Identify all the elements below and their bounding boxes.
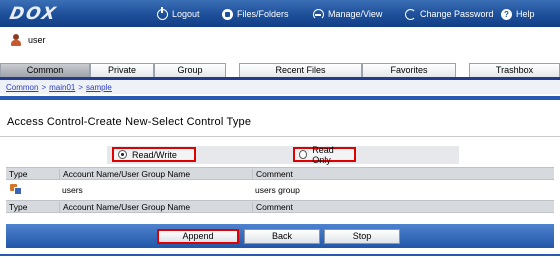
manage-icon: [313, 8, 324, 20]
read-write-label: Read/Write: [132, 149, 177, 160]
back-button[interactable]: Back: [244, 229, 320, 244]
current-user: user: [10, 33, 46, 47]
col-account-name: Account Name/User Group Name: [59, 201, 252, 212]
breadcrumb-sample[interactable]: sample: [86, 83, 112, 92]
group-icon: [10, 183, 22, 195]
help-link[interactable]: ? Help: [501, 7, 535, 21]
tab-common[interactable]: Common: [0, 63, 90, 77]
manage-view-link[interactable]: Manage/View: [313, 7, 382, 21]
row-comment: users group: [255, 185, 300, 195]
tab-private[interactable]: Private: [90, 63, 154, 77]
tab-trashbox[interactable]: Trashbox: [469, 63, 560, 77]
change-password-link[interactable]: Change Password: [405, 7, 494, 21]
table-footer-header: Type Account Name/User Group Name Commen…: [6, 200, 554, 213]
table-header: Type Account Name/User Group Name Commen…: [6, 167, 554, 180]
breadcrumb: Common > main01 > sample: [6, 81, 112, 93]
help-icon: ?: [501, 8, 512, 20]
user-avatar-icon: [10, 34, 22, 46]
help-label: Help: [516, 9, 535, 19]
tab-recent-files[interactable]: Recent Files: [239, 63, 362, 77]
append-button[interactable]: Append: [157, 229, 239, 244]
logout-label: Logout: [172, 9, 200, 19]
files-folders-label: Files/Folders: [237, 9, 289, 19]
control-type-selector: Read/Write Read Only: [107, 144, 459, 165]
read-write-radio[interactable]: [118, 150, 127, 159]
refresh-icon: [405, 8, 416, 20]
read-only-option[interactable]: Read Only: [293, 144, 356, 165]
account-table: Type Account Name/User Group Name Commen…: [6, 167, 554, 213]
section-divider: [0, 96, 560, 100]
user-name: user: [28, 35, 46, 45]
folder-icon: [222, 8, 233, 20]
power-icon: [157, 6, 168, 20]
bottom-divider: [0, 254, 560, 256]
manage-view-label: Manage/View: [328, 9, 383, 19]
action-bar: Append Back Stop: [6, 224, 554, 248]
breadcrumb-main01[interactable]: main01: [49, 83, 75, 92]
col-account-name: Account Name/User Group Name: [59, 168, 252, 179]
files-folders-link[interactable]: Files/Folders: [222, 7, 289, 21]
col-comment: Comment: [252, 201, 554, 212]
logout-link[interactable]: Logout: [157, 6, 200, 21]
read-only-radio[interactable]: [299, 150, 308, 159]
change-password-label: Change Password: [420, 9, 494, 19]
read-write-option[interactable]: Read/Write: [112, 147, 196, 162]
breadcrumb-separator: >: [78, 82, 84, 92]
breadcrumb-common[interactable]: Common: [6, 83, 38, 92]
col-type: Type: [9, 168, 28, 179]
app-logo: DOX: [7, 4, 60, 24]
read-only-label: Read Only: [312, 144, 334, 165]
title-divider: [0, 136, 560, 137]
row-account-name: users: [62, 185, 83, 195]
tab-favorites[interactable]: Favorites: [362, 63, 456, 77]
table-row[interactable]: users users group: [6, 180, 554, 200]
col-type: Type: [9, 201, 28, 212]
top-bar: DOX Logout Files/Folders Manage/View Cha…: [0, 0, 560, 27]
breadcrumb-separator: >: [41, 82, 47, 92]
page-title: Access Control-Create New-Select Control…: [7, 116, 252, 128]
tab-bar: Common Private Group Recent Files Favori…: [0, 63, 560, 77]
tab-group[interactable]: Group: [154, 63, 226, 77]
stop-button[interactable]: Stop: [324, 229, 400, 244]
col-comment: Comment: [252, 168, 554, 179]
